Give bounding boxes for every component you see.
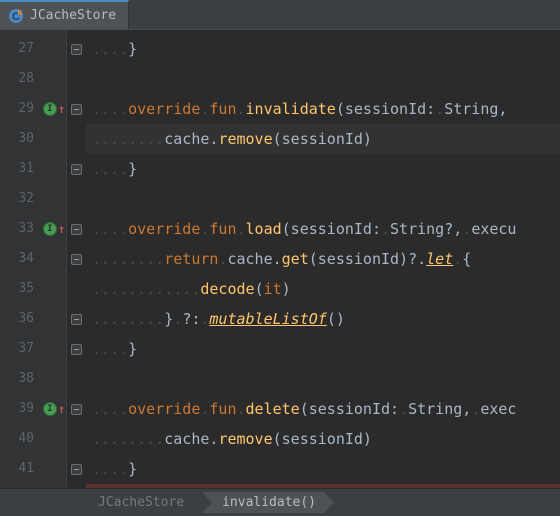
line-number: 41 [0, 454, 42, 484]
fold-handle[interactable] [67, 34, 86, 64]
tab-bar: C K JCacheStore [0, 0, 560, 30]
error-stripe [86, 484, 560, 488]
line-number: 37 [0, 334, 42, 364]
line-number: 39 [0, 394, 42, 424]
fold-handle[interactable] [67, 244, 86, 274]
override-marker[interactable]: I↑ [42, 214, 66, 244]
line-number: 34 [0, 244, 42, 274]
code-line: ....override.fun.load(sessionId:.String?… [86, 214, 560, 244]
fold-handle[interactable] [67, 94, 86, 124]
code-line: ....} [86, 34, 560, 64]
code-line-current: ........cache.remove(sessionId) [86, 124, 560, 154]
code-line: ....} [86, 454, 560, 484]
fold-gutter [66, 30, 86, 488]
line-number-gutter[interactable]: 27 28 29 30 31 32 33 34 35 36 37 38 39 4… [0, 30, 42, 488]
class-icon: C K [8, 8, 24, 24]
code-line [86, 64, 560, 94]
breadcrumb-method[interactable]: invalidate() [202, 492, 334, 513]
svg-text:K: K [17, 10, 22, 17]
code-line: ....override.fun.invalidate(sessionId:.S… [86, 94, 560, 124]
code-line [86, 364, 560, 394]
breadcrumb-file[interactable]: JCacheStore [86, 492, 202, 513]
line-number: 27 [0, 34, 42, 64]
line-number: 30 [0, 124, 42, 154]
fold-handle[interactable] [67, 394, 86, 424]
fold-handle[interactable] [67, 154, 86, 184]
line-number: 29 [0, 94, 42, 124]
line-number: 40 [0, 424, 42, 454]
code-line: ........return.cache.get(sessionId)?.let… [86, 244, 560, 274]
code-line: ........cache.remove(sessionId) [86, 424, 560, 454]
line-number: 28 [0, 64, 42, 94]
code-line: ........}.?:.mutableListOf() [86, 304, 560, 334]
fold-handle[interactable] [67, 214, 86, 244]
fold-handle[interactable] [67, 304, 86, 334]
override-marker[interactable]: I↑ [42, 94, 66, 124]
code-line [86, 184, 560, 214]
code-line: ....override.fun.delete(sessionId:.Strin… [86, 394, 560, 424]
line-number: 35 [0, 274, 42, 304]
line-number: 31 [0, 154, 42, 184]
fold-handle[interactable] [67, 334, 86, 364]
fold-handle[interactable] [67, 454, 86, 484]
editor: 27 28 29 30 31 32 33 34 35 36 37 38 39 4… [0, 30, 560, 488]
tab-label: JCacheStore [30, 8, 116, 23]
code-area[interactable]: ....} ....override.fun.invalidate(sessio… [86, 30, 560, 488]
code-line: ............decode(it) [86, 274, 560, 304]
line-number: 36 [0, 304, 42, 334]
code-line: ....} [86, 154, 560, 184]
line-number: 32 [0, 184, 42, 214]
editor-tab[interactable]: C K JCacheStore [0, 0, 129, 29]
override-marker[interactable]: I↑ [42, 394, 66, 424]
gutter-markers: I↑ I↑ I↑ [42, 30, 66, 488]
code-line: ....} [86, 334, 560, 364]
line-number: 38 [0, 364, 42, 394]
breadcrumb-bar: JCacheStore invalidate() [0, 488, 560, 516]
line-number: 33 [0, 214, 42, 244]
